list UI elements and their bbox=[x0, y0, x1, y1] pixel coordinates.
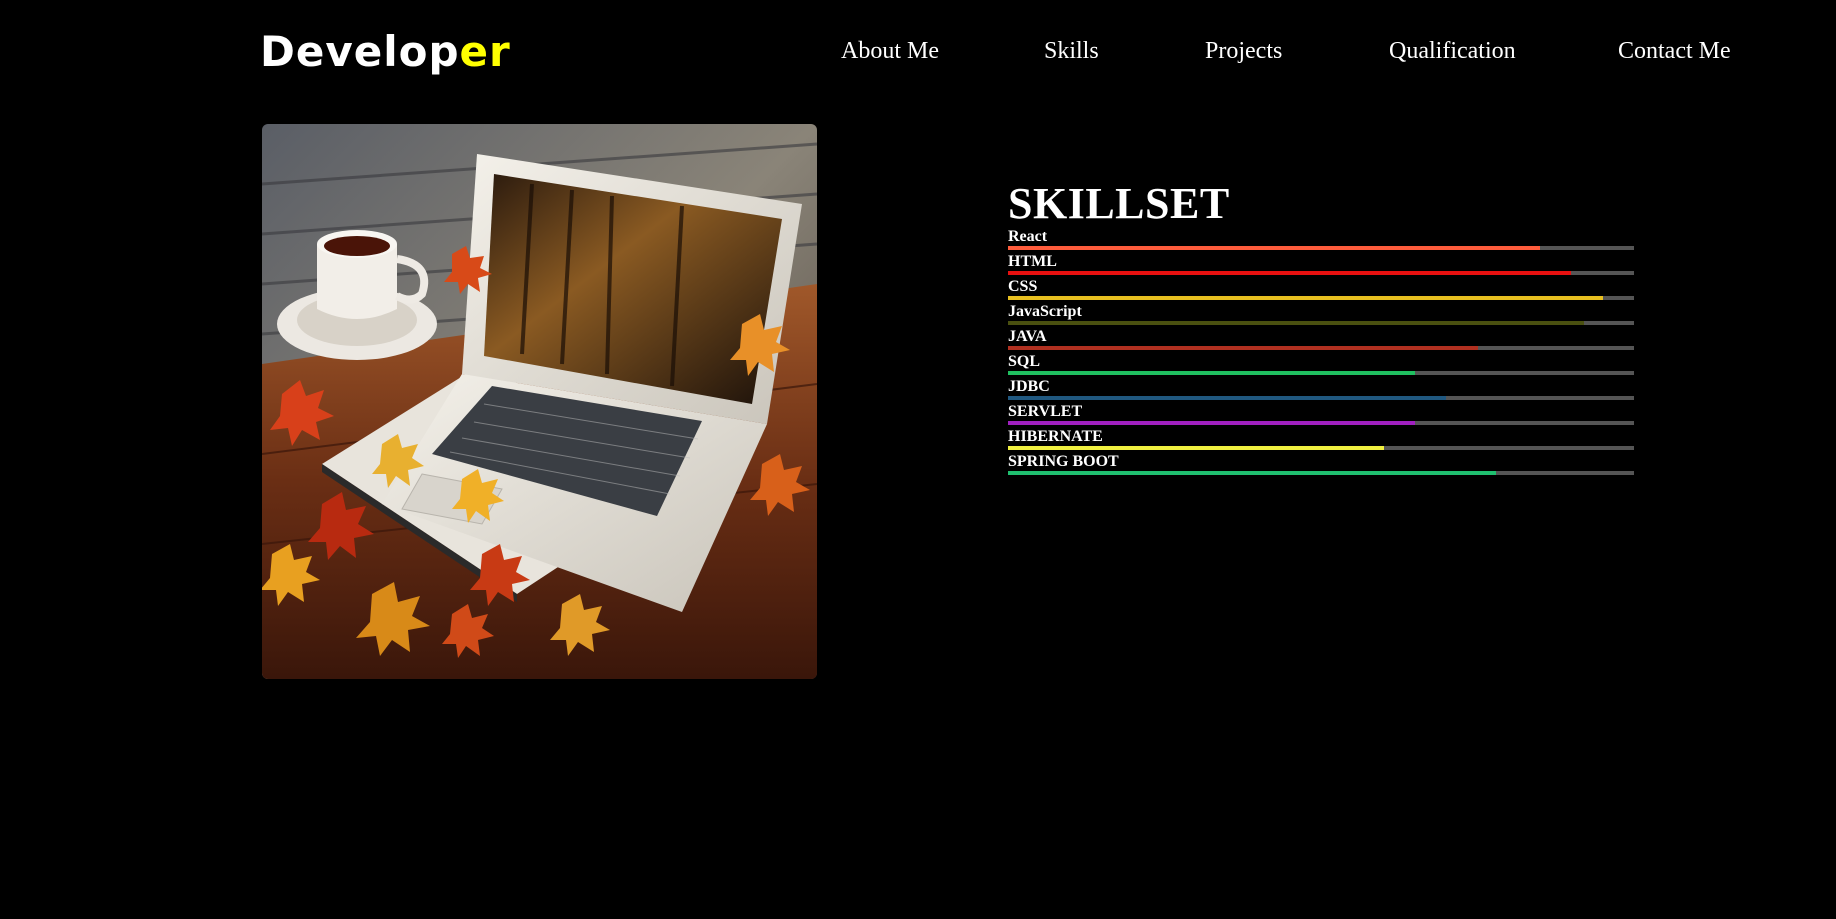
nav-projects[interactable]: Projects bbox=[1205, 36, 1282, 66]
nav-qualification[interactable]: Qualification bbox=[1389, 36, 1516, 66]
skill-row: SPRING BOOT bbox=[1008, 452, 1634, 477]
skill-label: SPRING BOOT bbox=[1008, 453, 1119, 470]
skill-label: HIBERNATE bbox=[1008, 428, 1103, 445]
skill-bar-fill bbox=[1008, 296, 1603, 300]
skill-row: HIBERNATE bbox=[1008, 427, 1634, 452]
skill-row: SQL bbox=[1008, 352, 1634, 377]
nav-skills[interactable]: Skills bbox=[1044, 36, 1099, 66]
skill-label: JAVA bbox=[1008, 328, 1047, 345]
main-nav: About Me Skills Projects Qualification C… bbox=[0, 36, 1836, 66]
skillset-title: SKILLSET bbox=[1008, 179, 1230, 228]
skillset-section: SKILLSET React HTML CSS JavaScript JAVA SQL JD… bbox=[1008, 181, 1634, 477]
laptop-illustration bbox=[262, 124, 817, 679]
skill-row: JAVA bbox=[1008, 327, 1634, 352]
skill-bar-track bbox=[1008, 246, 1634, 250]
skill-row: JDBC bbox=[1008, 377, 1634, 402]
skill-bar-track bbox=[1008, 321, 1634, 325]
skill-bar-track bbox=[1008, 296, 1634, 300]
skill-bar-fill bbox=[1008, 246, 1541, 250]
hero-image bbox=[262, 124, 817, 679]
skill-bar-track bbox=[1008, 271, 1634, 275]
skill-label: SQL bbox=[1008, 353, 1041, 370]
skill-row: JavaScript bbox=[1008, 302, 1634, 327]
skill-bar-track bbox=[1008, 471, 1634, 475]
skill-row: HTML bbox=[1008, 252, 1634, 277]
skill-bar-fill bbox=[1008, 446, 1384, 450]
skill-bar-fill bbox=[1008, 271, 1572, 275]
skill-bar-fill bbox=[1008, 421, 1415, 425]
skill-list: React HTML CSS JavaScript JAVA SQL JDBC SERVLET… bbox=[1008, 227, 1634, 477]
skill-bar-fill bbox=[1008, 371, 1415, 375]
skill-bar-track bbox=[1008, 396, 1634, 400]
skill-bar-track bbox=[1008, 346, 1634, 350]
skill-row: CSS bbox=[1008, 277, 1634, 302]
skill-bar-fill bbox=[1008, 321, 1584, 325]
skill-bar-track bbox=[1008, 371, 1634, 375]
skill-bar-fill bbox=[1008, 346, 1478, 350]
skill-bar-track bbox=[1008, 421, 1634, 425]
skill-label: SERVLET bbox=[1008, 403, 1083, 420]
skill-label: HTML bbox=[1008, 253, 1057, 270]
nav-contact-me[interactable]: Contact Me bbox=[1618, 36, 1731, 66]
skill-bar-fill bbox=[1008, 396, 1447, 400]
skill-row: SERVLET bbox=[1008, 402, 1634, 427]
skill-label: React bbox=[1008, 228, 1048, 245]
skill-label: JavaScript bbox=[1008, 303, 1082, 320]
skill-bar-track bbox=[1008, 446, 1634, 450]
skill-label: JDBC bbox=[1008, 378, 1050, 395]
nav-about-me[interactable]: About Me bbox=[841, 36, 939, 66]
skill-row: React bbox=[1008, 227, 1634, 252]
skill-bar-fill bbox=[1008, 471, 1497, 475]
skill-label: CSS bbox=[1008, 278, 1038, 295]
